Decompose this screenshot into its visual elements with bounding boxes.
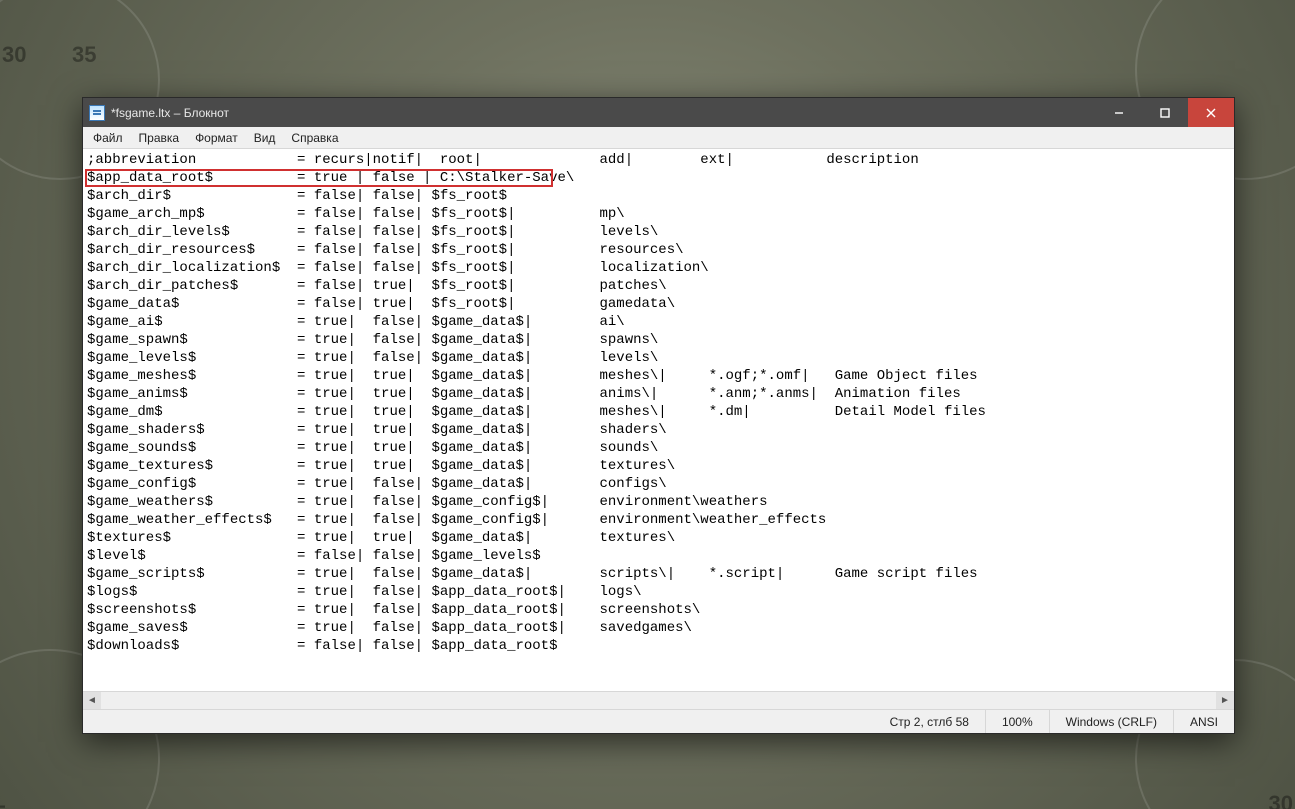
- horizontal-scrollbar[interactable]: ◄ ►: [83, 691, 1234, 709]
- minimize-button[interactable]: [1096, 98, 1142, 127]
- titlebar[interactable]: *fsgame.ltx – Блокнот: [83, 98, 1234, 127]
- statusbar: Стр 2, стлб 58 100% Windows (CRLF) ANSI: [83, 709, 1234, 733]
- content-pane: ;abbreviation = recurs|notif| root| add|…: [83, 149, 1234, 709]
- menu-edit[interactable]: Правка: [131, 129, 188, 147]
- scroll-right-button[interactable]: ►: [1216, 692, 1234, 709]
- status-position: Стр 2, стлб 58: [874, 710, 985, 733]
- window-title: *fsgame.ltx – Блокнот: [111, 106, 229, 120]
- close-button[interactable]: [1188, 98, 1234, 127]
- notepad-window: *fsgame.ltx – Блокнот Файл Правка Формат…: [82, 97, 1235, 734]
- maximize-button[interactable]: [1142, 98, 1188, 127]
- menu-view[interactable]: Вид: [246, 129, 284, 147]
- text-editor[interactable]: ;abbreviation = recurs|notif| root| add|…: [83, 149, 1234, 691]
- notepad-icon: [89, 105, 105, 121]
- status-encoding: ANSI: [1173, 710, 1234, 733]
- menu-format[interactable]: Формат: [187, 129, 246, 147]
- scroll-track[interactable]: [101, 692, 1216, 709]
- menu-help[interactable]: Справка: [283, 129, 346, 147]
- scroll-left-button[interactable]: ◄: [83, 692, 101, 709]
- status-zoom: 100%: [985, 710, 1049, 733]
- window-controls: [1096, 98, 1234, 127]
- menubar: Файл Правка Формат Вид Справка: [83, 127, 1234, 149]
- menu-file[interactable]: Файл: [85, 129, 131, 147]
- status-eol: Windows (CRLF): [1049, 710, 1173, 733]
